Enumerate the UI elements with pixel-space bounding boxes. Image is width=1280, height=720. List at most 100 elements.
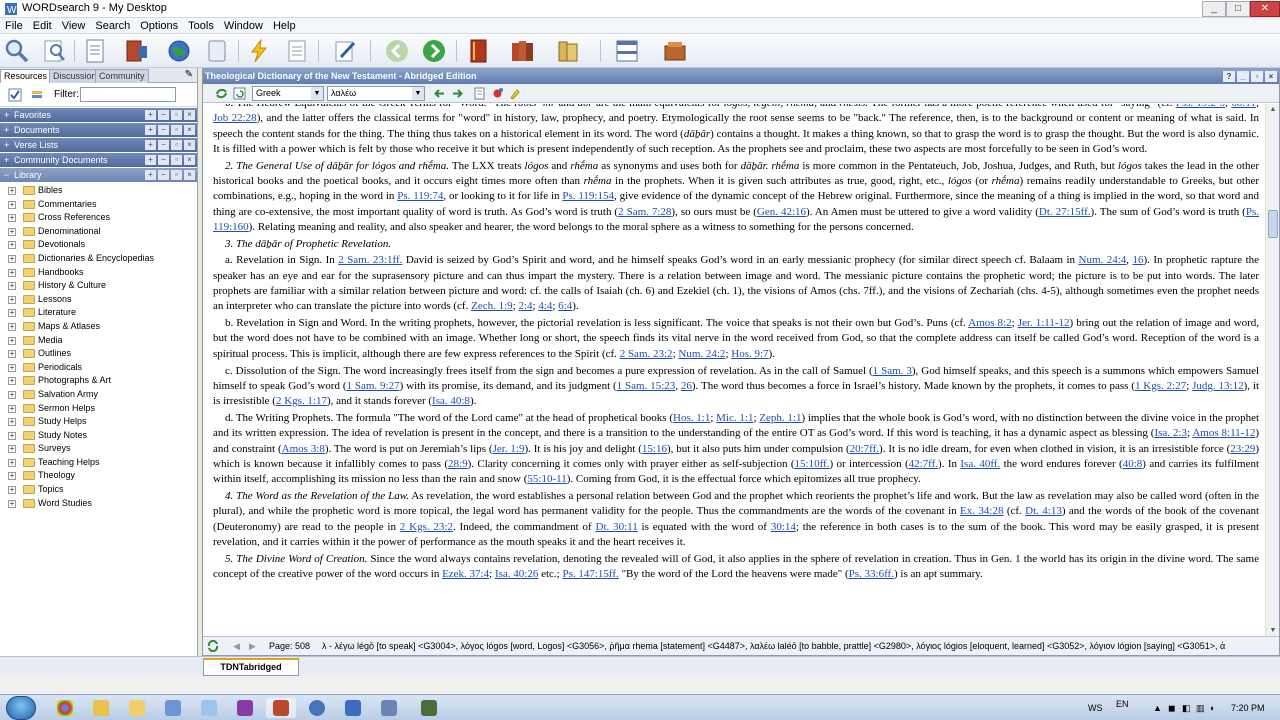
onenote-icon[interactable] bbox=[230, 698, 260, 718]
expand-icon[interactable]: + bbox=[8, 241, 16, 250]
layout-icon[interactable] bbox=[614, 38, 640, 64]
library-item[interactable]: + History & Culture bbox=[0, 279, 197, 293]
scripture-link[interactable]: Ps. 119:154 bbox=[562, 190, 614, 202]
scripture-link[interactable]: Amos 8:11-12 bbox=[1192, 427, 1255, 439]
scripture-link[interactable]: Ps. 119:74 bbox=[397, 190, 443, 202]
expand-icon[interactable]: + bbox=[8, 418, 16, 427]
tab-tdnt-abridged[interactable]: TDNTabridged bbox=[203, 658, 299, 676]
expand-icon[interactable]: + bbox=[8, 295, 16, 304]
library-item[interactable]: + Literature bbox=[0, 306, 197, 320]
sync-status-icon[interactable] bbox=[207, 640, 219, 652]
tray-icon-2[interactable]: ◧ bbox=[1182, 695, 1191, 720]
expand-icon[interactable]: + bbox=[8, 227, 16, 236]
library-item[interactable]: + Salvation Army bbox=[0, 388, 197, 402]
library-item[interactable]: + Commentaries bbox=[0, 198, 197, 212]
tab-community[interactable]: Community bbox=[95, 69, 149, 83]
expand-icon[interactable]: + bbox=[8, 499, 16, 508]
library-icon[interactable] bbox=[556, 38, 582, 64]
library-item[interactable]: + Maps & Atlases bbox=[0, 320, 197, 334]
scripture-link[interactable]: 1 Sam. 9:27 bbox=[346, 380, 399, 392]
library-item[interactable]: + Cross References bbox=[0, 211, 197, 225]
scripture-link[interactable]: 42:7ff. bbox=[909, 458, 938, 470]
library-item[interactable]: + Topics bbox=[0, 483, 197, 497]
mail-icon[interactable] bbox=[86, 698, 116, 718]
restore-icon[interactable]: ▫ bbox=[171, 125, 182, 135]
expand-icon[interactable]: + bbox=[8, 200, 16, 209]
wordsearch-task-icon[interactable] bbox=[266, 698, 296, 718]
minus-icon[interactable]: − bbox=[158, 110, 169, 120]
library-item[interactable]: + Devotionals bbox=[0, 238, 197, 252]
section-favorites[interactable]: + Favorites + − ▫ × bbox=[0, 108, 197, 122]
scripture-link[interactable]: Isa. 2:3 bbox=[1154, 427, 1187, 439]
close-icon[interactable]: × bbox=[184, 170, 195, 180]
scroll-thumb[interactable] bbox=[1268, 210, 1278, 238]
scripture-link[interactable]: 16 bbox=[1133, 254, 1144, 266]
expand-icon[interactable]: + bbox=[8, 350, 16, 359]
section-documents[interactable]: + Documents + − ▫ × bbox=[0, 123, 197, 137]
scripture-link[interactable]: 2 Kgs. 1:17 bbox=[276, 395, 327, 407]
scripture-link[interactable]: 1 Kgs. 2:27 bbox=[1135, 380, 1186, 392]
scripture-link[interactable]: 2 Kgs. 23:2 bbox=[400, 521, 453, 533]
folder-icon[interactable] bbox=[122, 698, 152, 718]
scripture-link[interactable]: Ezek. 37:4 bbox=[442, 568, 489, 580]
scripture-link[interactable]: Jer. 1:11-12 bbox=[1018, 317, 1070, 329]
document-content[interactable]: b. The Hebrew Equivalents of the Greek T… bbox=[203, 104, 1267, 637]
scripture-link[interactable]: Mic. 1:1 bbox=[716, 412, 753, 424]
app-icon-2[interactable] bbox=[302, 698, 332, 718]
app-icon-4[interactable] bbox=[374, 698, 404, 718]
refresh-page-icon[interactable] bbox=[233, 87, 246, 100]
app-icon-5[interactable] bbox=[414, 698, 444, 718]
menu-search[interactable]: Search bbox=[90, 18, 135, 34]
word-select[interactable]: λαλέω ▼ bbox=[327, 86, 425, 101]
expand-icon[interactable]: + bbox=[8, 390, 16, 399]
library-item[interactable]: + Outlines bbox=[0, 347, 197, 361]
minus-icon[interactable]: − bbox=[158, 170, 169, 180]
bookmark-icon[interactable] bbox=[491, 87, 504, 100]
scripture-link[interactable]: Zeph. 1:1 bbox=[759, 412, 801, 424]
scripture-link[interactable]: 15:10ff. bbox=[795, 458, 830, 470]
network-icon[interactable]: ▥ bbox=[1196, 695, 1205, 720]
notes-icon[interactable] bbox=[82, 38, 108, 64]
forward-icon[interactable] bbox=[421, 38, 447, 64]
library-item[interactable]: + Media bbox=[0, 334, 197, 348]
add-icon[interactable]: + bbox=[145, 110, 156, 120]
scripture-link[interactable]: Hos. 9:7 bbox=[731, 348, 768, 360]
scripture-link[interactable]: Ps. 147:15ff. bbox=[562, 568, 618, 580]
highlighter-icon[interactable] bbox=[509, 87, 522, 100]
close-icon[interactable]: × bbox=[184, 155, 195, 165]
expand-icon[interactable]: + bbox=[8, 254, 16, 263]
highlight-icon[interactable] bbox=[246, 38, 272, 64]
minimize-icon[interactable]: _ bbox=[1237, 71, 1249, 82]
scripture-link[interactable]: Judg. 13:12 bbox=[1192, 380, 1243, 392]
expand-icon[interactable]: + bbox=[8, 458, 16, 467]
expand-icon[interactable]: + bbox=[8, 445, 16, 454]
list-icon[interactable] bbox=[284, 38, 310, 64]
expand-icon[interactable]: + bbox=[8, 431, 16, 440]
expand-icon[interactable]: + bbox=[8, 309, 16, 318]
scripture-link[interactable]: Job 22:28 bbox=[213, 112, 257, 124]
minimize-button[interactable]: _ bbox=[1202, 1, 1226, 17]
scripture-link[interactable]: 30:14 bbox=[771, 521, 796, 533]
scripture-link[interactable]: 2:4 bbox=[518, 300, 532, 312]
scripture-link[interactable]: Num. 24:4 bbox=[1079, 254, 1127, 266]
menu-file[interactable]: File bbox=[0, 18, 28, 34]
language-indicator-2[interactable]: EN bbox=[1116, 695, 1129, 713]
scripture-link[interactable]: 2 Sam. 23:1ff. bbox=[338, 254, 402, 266]
add-icon[interactable]: + bbox=[145, 170, 156, 180]
menu-tools[interactable]: Tools bbox=[183, 18, 219, 34]
explorer-icon[interactable] bbox=[194, 698, 224, 718]
scripture-link[interactable]: 2 Sam. 7:28 bbox=[618, 206, 671, 218]
checklist-icon[interactable] bbox=[8, 88, 22, 102]
chrome-icon[interactable] bbox=[50, 698, 80, 718]
back-icon[interactable] bbox=[384, 38, 410, 64]
scripture-link[interactable]: 28:9 bbox=[448, 458, 468, 470]
help-icon[interactable]: ? bbox=[1223, 71, 1235, 82]
scripture-link[interactable]: Dt. 4:13 bbox=[1025, 505, 1062, 517]
scroll-up-icon[interactable]: ▲ bbox=[1267, 104, 1279, 116]
restore-icon[interactable]: ▫ bbox=[1251, 71, 1263, 82]
arrow-left-icon[interactable] bbox=[433, 87, 446, 100]
vertical-scrollbar[interactable]: ▲ ▼ bbox=[1265, 104, 1279, 637]
feather-icon[interactable] bbox=[158, 698, 188, 718]
bible-icon[interactable] bbox=[466, 38, 492, 64]
close-icon[interactable]: × bbox=[184, 110, 195, 120]
